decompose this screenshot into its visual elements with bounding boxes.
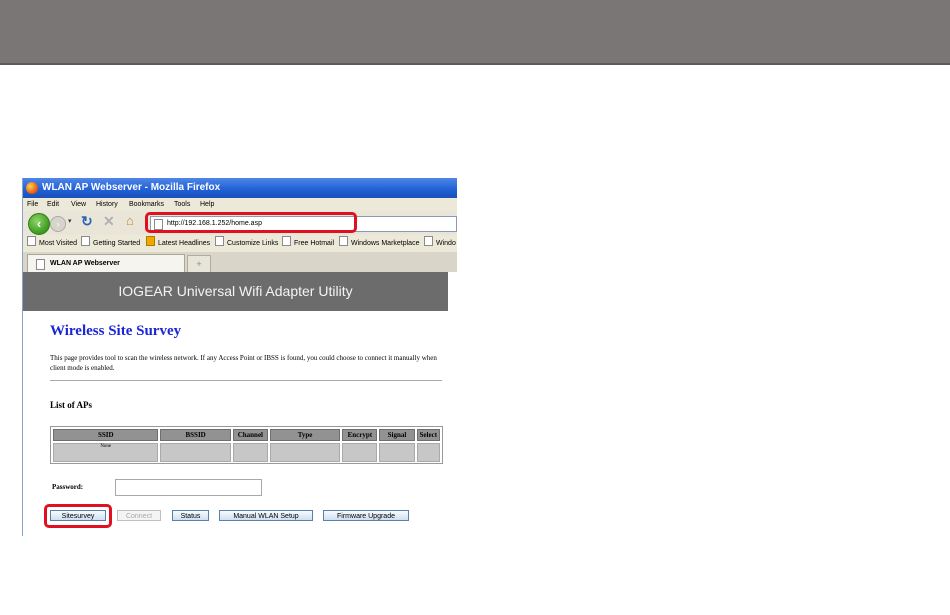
window-titlebar: WLAN AP Webserver - Mozilla Firefox — [23, 178, 457, 198]
password-label: Password: — [52, 483, 84, 491]
bookmark-label: Most Visited — [39, 240, 77, 247]
status-button[interactable]: Status — [172, 510, 209, 521]
home-icon[interactable]: ⌂ — [126, 213, 134, 228]
divider — [50, 380, 442, 381]
bookmark-getting-started[interactable]: Getting Started — [81, 235, 140, 252]
column-header-select: Select — [416, 429, 440, 441]
cell-ssid: None — [53, 443, 159, 462]
sitesurvey-highlight — [44, 504, 112, 528]
bookmark-icon — [424, 236, 433, 246]
rss-icon — [146, 236, 155, 246]
bookmark-icon — [282, 236, 291, 246]
cell-signal — [379, 443, 415, 462]
bookmark-label: Getting Started — [93, 240, 141, 247]
cell-select[interactable] — [416, 443, 440, 462]
firefox-icon — [26, 182, 38, 194]
bookmark-label: Windows Marketplace — [351, 240, 420, 247]
firmware-upgrade-button[interactable]: Firmware Upgrade — [323, 510, 409, 521]
bookmarks-toolbar: Most Visited Getting Started Latest Head… — [23, 235, 457, 252]
url-highlight — [145, 212, 357, 233]
tab-wlan-ap-webserver[interactable]: WLAN AP Webserver — [27, 254, 185, 273]
bookmark-most-visited[interactable]: Most Visited — [27, 235, 77, 252]
stop-icon[interactable]: ✕ — [103, 213, 115, 230]
menu-view[interactable]: View — [71, 198, 86, 211]
manual-wlan-setup-button[interactable]: Manual WLAN Setup — [219, 510, 313, 521]
bookmark-windows-marketplace[interactable]: Windows Marketplace — [339, 235, 419, 252]
forward-icon[interactable]: › — [50, 216, 66, 232]
bookmark-label: Customize Links — [227, 240, 279, 247]
browser-screenshot: WLAN AP Webserver - Mozilla Firefox File… — [22, 178, 457, 536]
menu-help[interactable]: Help — [200, 198, 214, 211]
page-title: Wireless Site Survey — [50, 323, 182, 339]
bookmark-label: Windo — [436, 240, 456, 247]
table-header-row: SSID BSSID Channel Type Encrypt Signal S… — [53, 429, 440, 441]
bookmark-windows-media[interactable]: Windo — [424, 235, 456, 252]
menu-file[interactable]: File — [27, 198, 38, 211]
back-icon[interactable]: ‹ — [28, 213, 50, 235]
bookmark-icon — [81, 236, 90, 246]
table-row: None — [53, 443, 440, 462]
password-input[interactable] — [115, 479, 262, 496]
tab-label: WLAN AP Webserver — [50, 260, 120, 267]
connect-button[interactable]: Connect — [117, 510, 161, 521]
cell-channel — [232, 443, 268, 462]
reload-icon[interactable]: ↻ — [81, 213, 93, 230]
column-header-channel: Channel — [232, 429, 268, 441]
bookmark-label: Latest Headlines — [158, 240, 211, 247]
page-icon — [36, 259, 45, 270]
menu-history[interactable]: History — [96, 198, 118, 211]
tab-bar: WLAN AP Webserver + — [23, 252, 457, 273]
header-bar-edge — [0, 63, 950, 65]
new-tab-button[interactable]: + — [187, 255, 211, 273]
cell-type — [269, 443, 341, 462]
ap-list-heading: List of APs — [50, 400, 93, 410]
ap-table: SSID BSSID Channel Type Encrypt Signal S… — [50, 426, 443, 464]
menu-bookmarks[interactable]: Bookmarks — [129, 198, 164, 211]
cell-bssid — [160, 443, 231, 462]
menu-tools[interactable]: Tools — [174, 198, 190, 211]
column-header-bssid: BSSID — [160, 429, 231, 441]
column-header-encrypt: Encrypt — [342, 429, 378, 441]
menu-edit[interactable]: Edit — [47, 198, 59, 211]
page-content: IOGEAR Universal Wifi Adapter Utility Wi… — [23, 272, 457, 536]
column-header-ssid: SSID — [53, 429, 159, 441]
utility-banner: IOGEAR Universal Wifi Adapter Utility — [23, 272, 448, 311]
cell-encrypt — [342, 443, 378, 462]
page-description: This page provides tool to scan the wire… — [50, 354, 437, 372]
slide-header-bar — [0, 0, 950, 65]
column-header-type: Type — [269, 429, 341, 441]
bookmark-free-hotmail[interactable]: Free Hotmail — [282, 235, 334, 252]
history-dropdown-icon[interactable]: ▾ — [68, 217, 72, 225]
bookmark-label: Free Hotmail — [294, 240, 335, 247]
bookmark-customize-links[interactable]: Customize Links — [215, 235, 278, 252]
menu-bar: File Edit View History Bookmarks Tools H… — [23, 198, 457, 211]
bookmark-icon — [215, 236, 224, 246]
column-header-signal: Signal — [379, 429, 415, 441]
bookmark-latest-headlines[interactable]: Latest Headlines — [146, 235, 210, 252]
window-title: WLAN AP Webserver - Mozilla Firefox — [42, 182, 221, 193]
bookmark-icon — [27, 236, 36, 246]
bookmark-icon — [339, 236, 348, 246]
